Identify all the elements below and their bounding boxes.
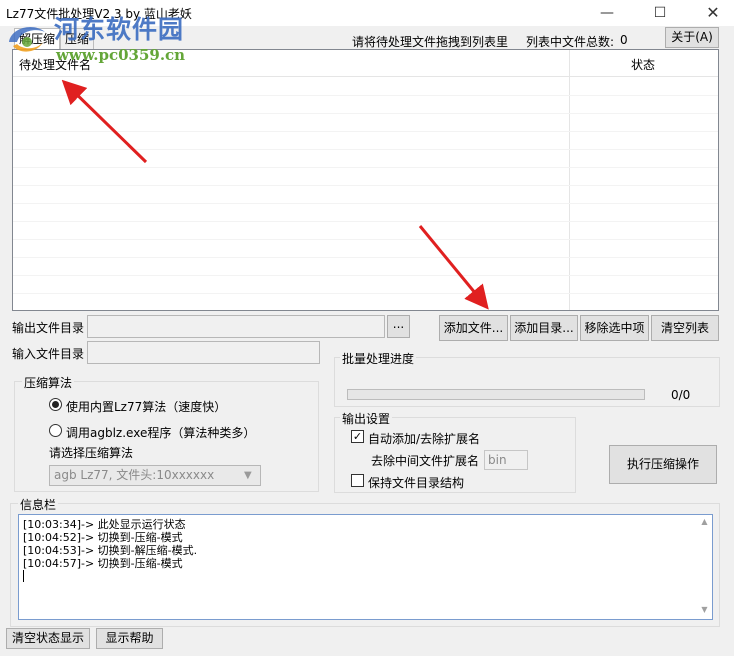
- algorithm-select[interactable]: agb Lz77, 文件头:10xxxxxx: [49, 465, 261, 486]
- info-group-title: 信息栏: [18, 496, 59, 513]
- text-cursor: [23, 570, 24, 582]
- output-dir-label: 输出文件目录: [12, 321, 85, 335]
- column-header-status[interactable]: 状态: [631, 56, 655, 73]
- algorithm-group-title: 压缩算法: [22, 374, 75, 391]
- add-file-button[interactable]: 添加文件...: [439, 315, 508, 341]
- progress-count: 0/0: [671, 388, 691, 402]
- remove-selected-button[interactable]: 移除选中项: [580, 315, 649, 341]
- file-count-label: 列表中文件总数:: [526, 35, 615, 49]
- log-lines: [10:03:34]-> 此处显示运行状态 [10:04:52]-> 切换到-压…: [23, 518, 197, 582]
- keep-directory-label[interactable]: 保持文件目录结构: [368, 474, 464, 491]
- grid-line: [13, 131, 718, 132]
- log-line: [10:04:52]-> 切换到-压缩-模式: [23, 531, 183, 544]
- log-textbox[interactable]: [10:03:34]-> 此处显示运行状态 [10:04:52]-> 切换到-压…: [18, 514, 713, 620]
- grid-line: [13, 95, 718, 96]
- grid-line: [13, 275, 718, 276]
- select-algorithm-label: 请选择压缩算法: [49, 446, 134, 460]
- input-dir-input[interactable]: [87, 341, 320, 364]
- grid-line: [13, 113, 718, 114]
- strip-extension-label: 去除中间文件扩展名: [371, 454, 480, 468]
- watermark-title: 河东软件园: [54, 15, 185, 44]
- radio-external-label[interactable]: 调用agblz.exe程序（算法种类多）: [66, 424, 255, 441]
- auto-extension-label[interactable]: 自动添加/去除扩展名: [368, 430, 480, 447]
- log-line: [10:04:53]-> 切换到-解压缩-模式.: [23, 544, 198, 557]
- grid-line: [13, 239, 718, 240]
- log-line: [10:04:57]-> 切换到-压缩-模式: [23, 557, 183, 570]
- watermark-url: www.pc0359.cn: [56, 46, 186, 64]
- add-directory-button[interactable]: 添加目录...: [510, 315, 578, 341]
- strip-extension-input[interactable]: bin: [484, 450, 528, 470]
- column-divider: [569, 50, 570, 310]
- maximize-button[interactable]: ☐: [643, 0, 677, 26]
- drag-hint: 请将待处理文件拖拽到列表里: [352, 35, 509, 49]
- chevron-down-icon: ▼: [244, 470, 252, 481]
- clear-list-button[interactable]: 清空列表: [651, 315, 719, 341]
- output-settings-title: 输出设置: [340, 410, 393, 427]
- minimize-button[interactable]: —: [590, 0, 624, 26]
- scroll-up-icon[interactable]: ▲: [696, 517, 712, 529]
- grid-line: [13, 149, 718, 150]
- watermark-logo-icon: [9, 27, 45, 52]
- grid-line: [13, 293, 718, 294]
- grid-line: [13, 185, 718, 186]
- scroll-down-icon[interactable]: ▼: [696, 605, 712, 617]
- close-button[interactable]: ✕: [696, 0, 730, 26]
- radio-selected-dot: [52, 401, 59, 408]
- radio-builtin-algorithm[interactable]: [49, 398, 62, 411]
- grid-line: [13, 257, 718, 258]
- execute-compress-button[interactable]: 执行压缩操作: [609, 445, 717, 484]
- progress-group-title: 批量处理进度: [340, 350, 417, 367]
- output-dir-input[interactable]: [87, 315, 385, 338]
- about-button[interactable]: 关于(A): [665, 27, 719, 48]
- browse-output-button[interactable]: ...: [387, 315, 410, 338]
- keep-directory-checkbox[interactable]: [351, 474, 364, 487]
- grid-line: [13, 167, 718, 168]
- log-line: [10:03:34]-> 此处显示运行状态: [23, 518, 186, 531]
- progress-bar: [347, 389, 645, 400]
- radio-builtin-label[interactable]: 使用内置Lz77算法（速度快）: [66, 398, 226, 415]
- grid-line: [13, 203, 718, 204]
- file-count-value: 0: [620, 33, 628, 47]
- auto-extension-checkbox[interactable]: ✓: [351, 430, 364, 443]
- grid-line: [13, 221, 718, 222]
- log-scrollbar[interactable]: ▲ ▼: [696, 515, 712, 619]
- file-list[interactable]: 待处理文件名 状态: [12, 49, 719, 311]
- input-dir-label: 输入文件目录: [12, 347, 85, 361]
- radio-external-program[interactable]: [49, 424, 62, 437]
- show-help-button[interactable]: 显示帮助: [96, 628, 163, 649]
- clear-log-button[interactable]: 清空状态显示: [6, 628, 90, 649]
